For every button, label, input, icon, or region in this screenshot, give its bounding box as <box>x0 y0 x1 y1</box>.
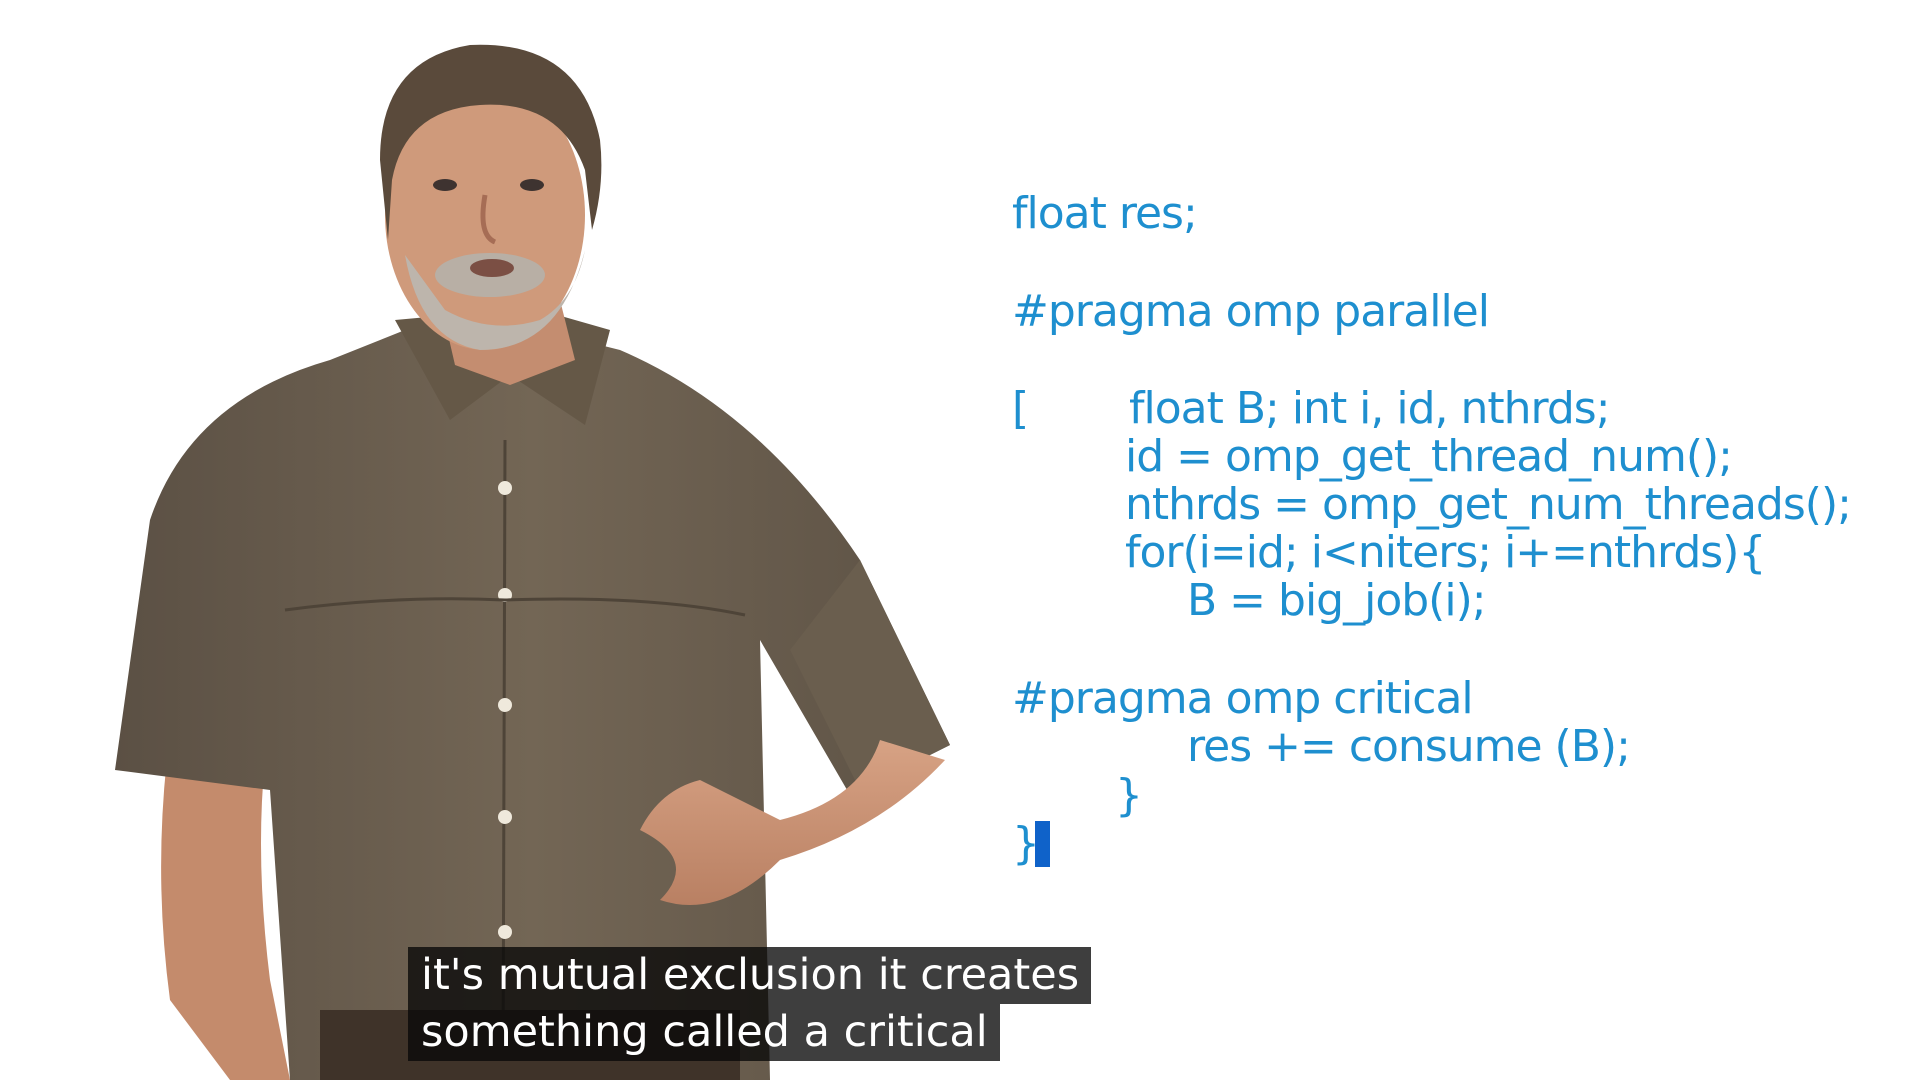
code-line: #pragma omp parallel <box>1012 286 1490 337</box>
speaker-figure <box>115 44 950 1080</box>
code-line: B = big_job(i); <box>1187 575 1487 626</box>
code-line: res += consume (B); <box>1187 721 1631 772</box>
code-line: [ <box>1012 383 1029 434</box>
code-line: float B; int i, id, nthrds; <box>1129 383 1611 434</box>
text-cursor <box>1035 821 1050 867</box>
code-line: nthrds = omp_get_num_threads(); <box>1125 479 1852 530</box>
caption-line-2: something called a critical <box>408 1004 1000 1061</box>
caption-line-1: it's mutual exclusion it creates <box>408 947 1092 1004</box>
code-line: #pragma omp critical <box>1012 673 1474 724</box>
video-frame[interactable]: float res; #pragma omp parallel [ float … <box>0 0 1920 1080</box>
code-line: } <box>1115 770 1143 821</box>
caption-box: it's mutual exclusion it creates somethi… <box>408 947 1092 1061</box>
code-line: id = omp_get_thread_num(); <box>1125 431 1733 482</box>
code-line: float res; <box>1012 188 1198 239</box>
code-line: for(i=id; i<niters; i+=nthrds){ <box>1125 527 1766 578</box>
